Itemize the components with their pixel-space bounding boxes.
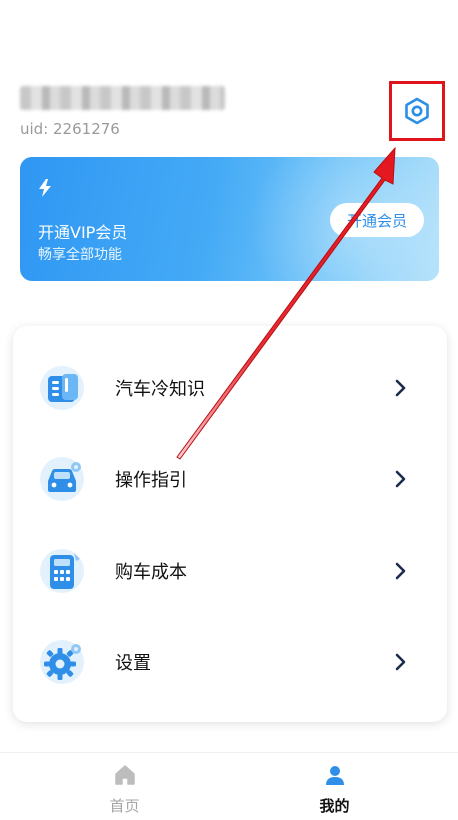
menu-item-purchase-cost[interactable]: 购车成本 xyxy=(13,531,447,611)
menu-item-label: 操作指引 xyxy=(115,470,187,491)
tab-home-label: 首页 xyxy=(109,797,140,815)
tab-mine-label: 我的 xyxy=(319,797,350,815)
home-icon xyxy=(114,765,135,785)
profile-name-blurred xyxy=(20,86,225,110)
chevron-right-icon xyxy=(395,379,406,397)
bottom-nav: 首页 我的 xyxy=(0,752,458,820)
menu-item-operation-guide[interactable]: 操作指引 xyxy=(13,439,447,519)
menu-item-label: 设置 xyxy=(115,653,151,674)
gear-icon xyxy=(40,640,84,684)
chevron-right-icon xyxy=(395,562,406,580)
user-icon xyxy=(325,766,344,785)
car-guide-icon xyxy=(40,457,84,501)
calculator-icon xyxy=(40,549,84,593)
chevron-right-icon xyxy=(395,470,406,488)
menu-item-settings[interactable]: 设置 xyxy=(13,622,447,702)
tab-home[interactable]: 首页 xyxy=(10,753,239,820)
menu-card: 汽车冷知识 操作指引 购车成本 设置 xyxy=(13,326,447,722)
book-icon xyxy=(40,366,84,410)
open-vip-button[interactable]: 开通会员 xyxy=(330,203,424,237)
menu-item-label: 汽车冷知识 xyxy=(115,379,205,400)
vip-title: 开通VIP会员 xyxy=(38,223,128,242)
lightning-icon xyxy=(39,179,51,197)
vip-banner[interactable]: 开通VIP会员 畅享全部功能 开通会员 xyxy=(20,157,439,281)
chevron-right-icon xyxy=(395,653,406,671)
settings-hexagon-icon xyxy=(405,97,429,125)
settings-button[interactable] xyxy=(389,81,445,141)
vip-subtitle: 畅享全部功能 xyxy=(38,247,122,263)
menu-item-car-knowledge[interactable]: 汽车冷知识 xyxy=(13,348,447,428)
user-id: uid: 2261276 xyxy=(20,120,120,138)
menu-item-label: 购车成本 xyxy=(115,562,187,583)
tab-mine[interactable]: 我的 xyxy=(220,753,449,820)
